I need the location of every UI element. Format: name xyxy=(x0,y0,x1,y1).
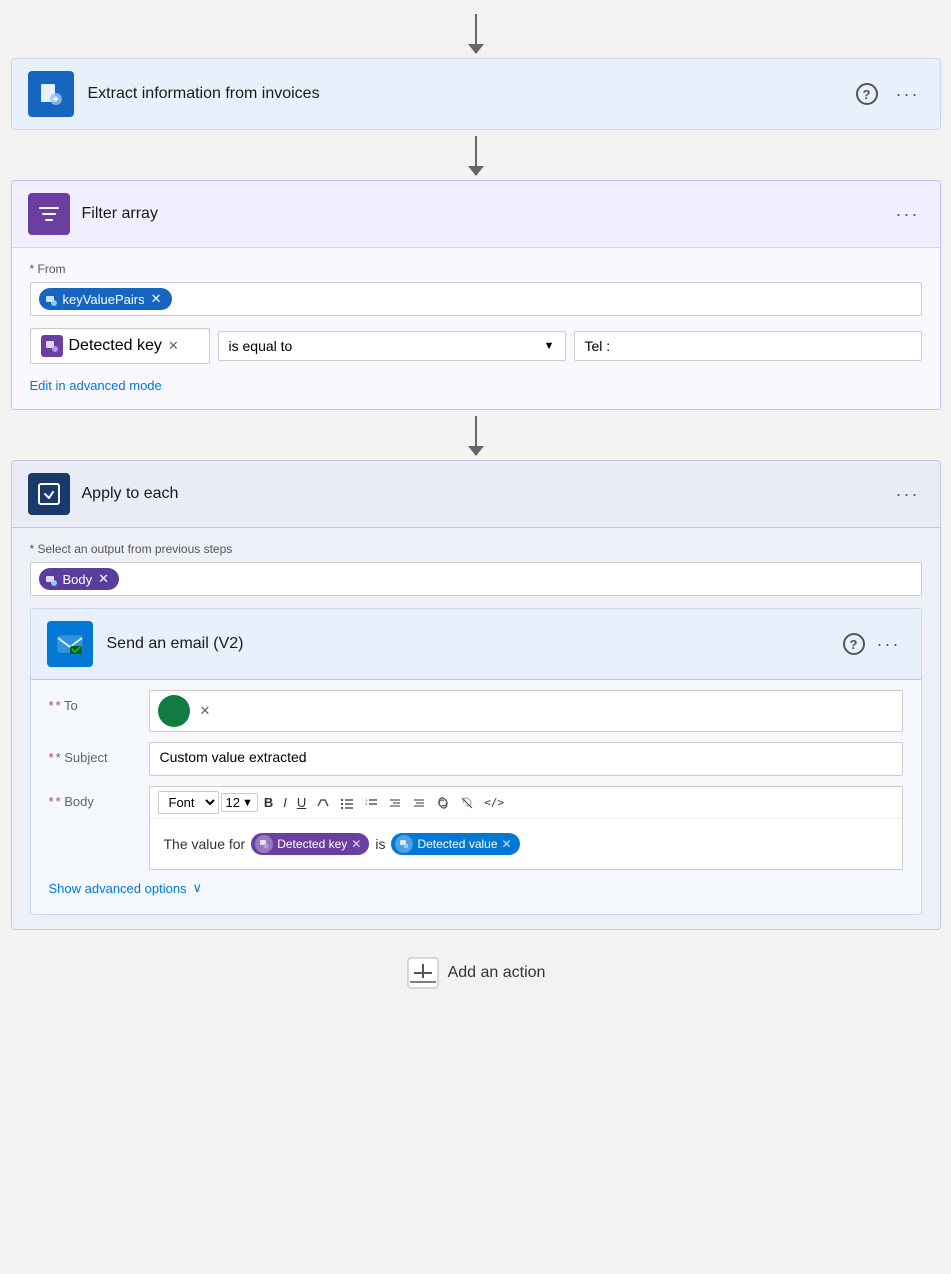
detected-key-token-icon xyxy=(255,835,273,853)
arrow-3 xyxy=(468,416,484,456)
indent-increase-button[interactable] xyxy=(408,793,430,813)
body-token-remove[interactable]: ✕ xyxy=(98,571,109,587)
add-action-button[interactable]: Add an action xyxy=(406,956,546,990)
op-dropdown-icon: ▼ xyxy=(544,340,555,352)
filter-more-button[interactable]: ··· xyxy=(892,202,924,227)
body-token2-remove[interactable]: ✕ xyxy=(502,837,512,851)
filter-body: * From keyValuePairs ✕ xyxy=(12,248,940,409)
filter-header: Filter array ··· xyxy=(12,181,940,248)
body-is-text: is xyxy=(375,836,385,852)
extract-card: Extract information from invoices ? ··· xyxy=(11,58,941,130)
extract-icon xyxy=(28,71,74,117)
bullet-list-button[interactable] xyxy=(336,793,358,813)
link-button[interactable] xyxy=(432,793,454,813)
from-field[interactable]: keyValuePairs ✕ xyxy=(30,282,922,316)
italic-button[interactable]: I xyxy=(279,793,291,812)
detected-key-icon xyxy=(41,335,63,357)
code-button[interactable]: </> xyxy=(480,794,508,811)
subject-label: ** Subject xyxy=(49,742,149,765)
email-body: ** To ✕ ** Subject Custom value extracte… xyxy=(31,679,921,914)
apply-icon xyxy=(28,473,70,515)
select-output-label: * Select an output from previous steps xyxy=(30,542,922,556)
email-icon xyxy=(47,621,93,667)
apply-card: Apply to each ··· * Select an output fro… xyxy=(11,460,941,930)
add-action-icon xyxy=(406,956,440,990)
show-advanced-button[interactable]: Show advanced options ∨ xyxy=(49,880,903,896)
body-detected-key-token: Detected key ✕ xyxy=(251,833,369,855)
email-toolbar: Font 12 ▼ B I U xyxy=(150,787,902,819)
condition-field-remove[interactable]: ✕ xyxy=(168,338,179,354)
filter-card: Filter array ··· * From keyValuePai xyxy=(11,180,941,410)
apply-header: Apply to each ··· xyxy=(12,461,940,527)
arrow-2 xyxy=(468,136,484,176)
body-token-field[interactable]: Body ✕ xyxy=(30,562,922,596)
condition-op[interactable]: is equal to ▼ xyxy=(218,331,566,361)
kv-token-icon xyxy=(45,292,57,307)
body-token1-remove[interactable]: ✕ xyxy=(351,837,361,851)
body-token: Body ✕ xyxy=(39,568,120,590)
to-avatar xyxy=(158,695,190,727)
extract-help-icon[interactable]: ? xyxy=(856,83,878,105)
body-row: ** Body Font 12 ▼ xyxy=(49,786,903,870)
font-select[interactable]: Font xyxy=(158,791,219,814)
add-action-label: Add an action xyxy=(448,964,546,982)
extract-title: Extract information from invoices xyxy=(88,85,856,103)
email-body-content[interactable]: The value for Detected key xyxy=(150,819,902,869)
body-text: The value for xyxy=(164,836,246,852)
email-body-editor[interactable]: Font 12 ▼ B I U xyxy=(149,786,903,870)
apply-more-button[interactable]: ··· xyxy=(892,482,924,507)
highlight-button[interactable] xyxy=(312,793,334,813)
body-detected-value-token: Detected value ✕ xyxy=(391,833,519,855)
subject-field[interactable]: Custom value extracted xyxy=(149,742,903,776)
condition-field[interactable]: Detected key ✕ xyxy=(30,328,210,364)
svg-text:2.: 2. xyxy=(365,801,368,806)
chevron-down-icon: ∨ xyxy=(193,880,203,896)
condition-value[interactable]: Tel : xyxy=(574,331,922,361)
filter-title: Filter array xyxy=(82,205,892,223)
apply-body: * Select an output from previous steps B… xyxy=(12,527,940,929)
email-header: Send an email (V2) ? ··· xyxy=(31,609,921,679)
email-help-icon[interactable]: ? xyxy=(843,633,865,655)
apply-title: Apply to each xyxy=(82,485,892,503)
kv-token-remove[interactable]: ✕ xyxy=(151,291,162,307)
email-title: Send an email (V2) xyxy=(107,635,843,653)
extract-more-button[interactable]: ··· xyxy=(892,82,924,107)
kv-token: keyValuePairs ✕ xyxy=(39,288,172,310)
edit-advanced-link[interactable]: Edit in advanced mode xyxy=(30,378,162,393)
to-remove[interactable]: ✕ xyxy=(200,703,211,719)
extract-actions: ? ··· xyxy=(856,82,924,107)
to-label: ** To xyxy=(49,690,149,713)
filter-icon xyxy=(28,193,70,235)
underline-button[interactable]: U xyxy=(293,793,310,812)
condition-row: Detected key ✕ is equal to ▼ Tel : xyxy=(30,328,922,364)
font-size-caret: ▼ xyxy=(242,797,253,809)
from-label: * From xyxy=(30,262,922,276)
to-row: ** To ✕ xyxy=(49,690,903,732)
indent-decrease-button[interactable] xyxy=(384,793,406,813)
arrow-1 xyxy=(468,14,484,54)
unlink-button[interactable] xyxy=(456,793,478,813)
body-label: ** Body xyxy=(49,786,149,809)
detected-value-token-icon xyxy=(395,835,413,853)
detected-key-label: Detected key xyxy=(69,337,162,355)
font-size-control[interactable]: 12 ▼ xyxy=(221,793,258,812)
email-card: Send an email (V2) ? ··· ** To ✕ xyxy=(30,608,922,915)
to-field[interactable]: ✕ xyxy=(149,690,903,732)
subject-row: ** Subject Custom value extracted xyxy=(49,742,903,776)
bold-button[interactable]: B xyxy=(260,793,277,812)
body-token-icon xyxy=(45,572,57,587)
email-more-button[interactable]: ··· xyxy=(873,632,905,657)
numbered-list-button[interactable]: 1.2. xyxy=(360,793,382,813)
